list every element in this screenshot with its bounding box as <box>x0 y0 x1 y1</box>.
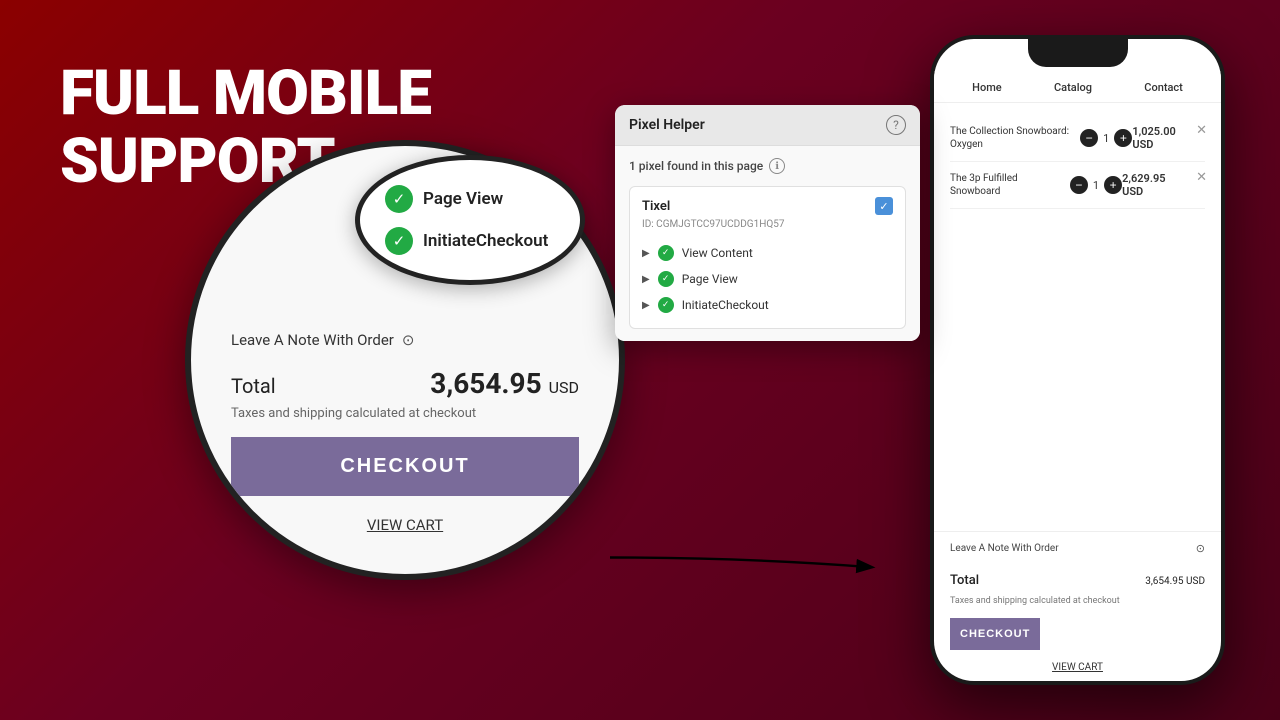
pageview-check-icon: ✓ <box>385 185 413 213</box>
phone-content: Home Catalog Contact ✕ The Collection Sn… <box>934 39 1221 681</box>
event-arrow-2: ▶ <box>642 274 650 285</box>
circle-note-label: Leave A Note With Order <box>231 331 394 349</box>
phone-nav: Home Catalog Contact <box>934 71 1221 103</box>
phone-item2-increase[interactable]: + <box>1104 176 1122 194</box>
pixel-event-pageview[interactable]: ▶ ✓ Page View <box>642 266 893 292</box>
phone-item1-decrease[interactable]: − <box>1080 129 1098 147</box>
phone-item2-qty: − 1 + <box>1070 176 1122 194</box>
phone-bottom: Leave A Note With Order ⊙ Total 3,654.95… <box>934 531 1221 681</box>
pixel-tixel-checkbox[interactable]: ✓ <box>875 197 893 215</box>
phone-notch <box>1028 39 1128 67</box>
circle-checkout-button[interactable]: CHECKOUT <box>231 437 579 496</box>
circle-note-row: Leave A Note With Order ⊙ <box>231 321 579 349</box>
phone-cart: ✕ The Collection Snowboard: Oxygen − 1 +… <box>934 103 1221 531</box>
phone-item2-qty-num: 1 <box>1093 179 1099 192</box>
pixel-event-initiatecheckout[interactable]: ▶ ✓ InitiateCheckout <box>642 292 893 318</box>
bubble-item-pageview: ✓ Page View <box>385 185 503 213</box>
phone-item1-qty-num: 1 <box>1103 132 1109 145</box>
event-label-3: InitiateCheckout <box>682 298 769 312</box>
phone-item2-name: The 3p Fulfilled Snowboard <box>950 172 1070 198</box>
bubble-overlay: ✓ Page View ✓ InitiateCheckout <box>355 155 585 285</box>
pixel-event-viewcontent[interactable]: ▶ ✓ View Content <box>642 240 893 266</box>
phone-item2-close[interactable]: ✕ <box>1196 170 1207 185</box>
phone-mockup: Home Catalog Contact ✕ The Collection Sn… <box>930 35 1225 685</box>
pixel-panel-help-icon[interactable]: ? <box>886 115 906 135</box>
pixel-tixel-id: ID: CGMJGTCC97UCDDG1HQ57 <box>642 219 893 230</box>
circle-total-number: 3,654.95 <box>430 367 548 400</box>
pixel-found-info-icon[interactable]: ℹ <box>769 158 785 174</box>
phone-note-label: Leave A Note With Order <box>950 543 1059 554</box>
pixel-tixel-header: Tixel ✓ <box>642 197 893 215</box>
pixel-panel-body: 1 pixel found in this page ℹ Tixel ✓ ID:… <box>615 146 920 341</box>
phone-item1-increase[interactable]: + <box>1114 129 1132 147</box>
phone-total-number: 3,654.95 <box>1145 576 1186 587</box>
circle-note-icon: ⊙ <box>402 331 415 349</box>
circle-viewcart-button[interactable]: VIEW CART <box>231 506 579 544</box>
pixel-panel-header: Pixel Helper ? <box>615 105 920 146</box>
phone-total-label: Total <box>950 573 979 588</box>
circle-taxes: Taxes and shipping calculated at checkou… <box>231 406 579 421</box>
phone-taxes: Taxes and shipping calculated at checkou… <box>934 596 1221 614</box>
circle-total-row: Total 3,654.95 USD <box>231 367 579 400</box>
circle-total-currency: USD <box>549 378 579 397</box>
event-check-1: ✓ <box>658 245 674 261</box>
phone-nav-contact[interactable]: Contact <box>1144 81 1183 94</box>
circle-total-label: Total <box>231 374 276 398</box>
phone-item1-price: 1,025.00 USD <box>1132 125 1189 151</box>
event-check-3: ✓ <box>658 297 674 313</box>
pixel-found-row: 1 pixel found in this page ℹ <box>629 158 906 174</box>
pixel-helper-panel: Pixel Helper ? 1 pixel found in this pag… <box>615 105 920 341</box>
pixel-tixel-card: Tixel ✓ ID: CGMJGTCC97UCDDG1HQ57 ▶ ✓ Vie… <box>629 186 906 329</box>
pixel-found-text: 1 pixel found in this page <box>629 159 763 173</box>
event-label-1: View Content <box>682 246 753 260</box>
phone-nav-home[interactable]: Home <box>972 81 1002 94</box>
pixel-panel-title: Pixel Helper <box>629 117 705 133</box>
phone-checkout-button[interactable]: CHECKOUT <box>950 618 1040 650</box>
phone-cart-item-2: ✕ The 3p Fulfilled Snowboard − 1 + 2,629… <box>950 162 1205 209</box>
hero-line1: FULL MOBILE <box>60 60 431 128</box>
phone-viewcart-button[interactable]: VIEW CART <box>934 654 1221 681</box>
phone-item1-close[interactable]: ✕ <box>1196 123 1207 138</box>
event-label-2: Page View <box>682 272 738 286</box>
phone-item2-decrease[interactable]: − <box>1070 176 1088 194</box>
phone-nav-catalog[interactable]: Catalog <box>1054 81 1092 94</box>
phone-screen: Home Catalog Contact ✕ The Collection Sn… <box>934 39 1221 681</box>
phone-total-currency: USD <box>1186 576 1205 587</box>
phone-item2-price: 2,629.95 USD <box>1122 172 1189 198</box>
phone-total-amount: 3,654.95 USD <box>1145 573 1205 588</box>
circle-content: Leave A Note With Order ⊙ Total 3,654.95… <box>191 301 619 574</box>
phone-note-icon: ⊙ <box>1196 542 1205 555</box>
phone-item1-name: The Collection Snowboard: Oxygen <box>950 125 1080 151</box>
phone-note-row: Leave A Note With Order ⊙ <box>934 531 1221 565</box>
event-arrow-1: ▶ <box>642 248 650 259</box>
event-arrow-3: ▶ <box>642 300 650 311</box>
circle-total-amount: 3,654.95 USD <box>430 367 579 400</box>
bubble-item-initiatecheckout: ✓ InitiateCheckout <box>385 227 548 255</box>
phone-total-row: Total 3,654.95 USD <box>934 565 1221 596</box>
bubble-pageview-label: Page View <box>423 189 503 209</box>
event-check-2: ✓ <box>658 271 674 287</box>
bubble-initiatecheckout-label: InitiateCheckout <box>423 231 548 251</box>
pixel-tixel-name: Tixel <box>642 199 670 214</box>
initiatecheckout-check-icon: ✓ <box>385 227 413 255</box>
connector-arrow <box>610 530 890 585</box>
phone-item1-qty: − 1 + <box>1080 129 1132 147</box>
phone-cart-item-1: ✕ The Collection Snowboard: Oxygen − 1 +… <box>950 115 1205 162</box>
